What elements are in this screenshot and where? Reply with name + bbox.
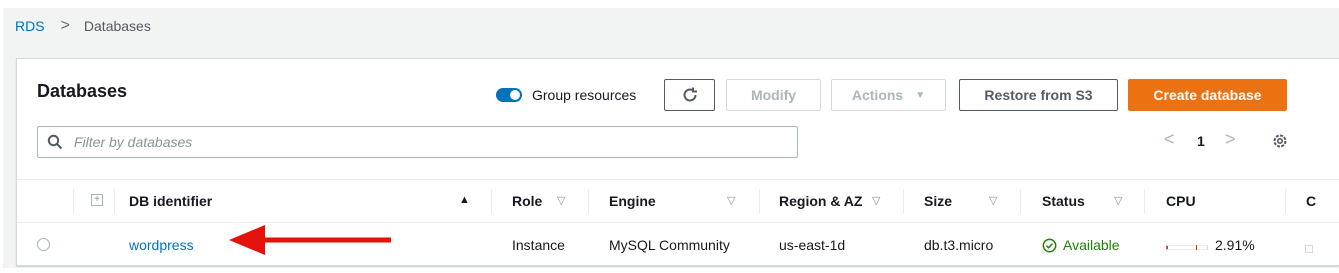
cell-role: Instance xyxy=(512,237,565,253)
column-separator xyxy=(491,189,492,214)
column-region-az[interactable]: Region & AZ xyxy=(779,193,862,209)
status-label: Available xyxy=(1063,237,1120,253)
cpu-usage-bar xyxy=(1166,245,1208,250)
refresh-icon xyxy=(683,87,697,102)
sort-icon[interactable]: ▽ xyxy=(989,194,997,207)
cpu-threshold-mark xyxy=(1196,245,1197,250)
column-db-identifier[interactable]: DB identifier xyxy=(129,193,212,209)
table-header: + DB identifier ▲ Role ▽ Engine ▽ Region… xyxy=(17,179,1339,223)
create-database-button[interactable]: Create database xyxy=(1128,79,1287,111)
databases-panel: Databases Group resources Modify Actions… xyxy=(16,58,1339,266)
column-separator xyxy=(588,189,589,214)
column-engine[interactable]: Engine xyxy=(609,193,656,209)
row-select-radio[interactable] xyxy=(37,238,50,251)
sort-icon[interactable]: ▽ xyxy=(872,194,880,207)
column-separator xyxy=(114,189,115,214)
actions-button[interactable]: Actions ▼ xyxy=(831,79,946,111)
sort-icon[interactable]: ▽ xyxy=(557,194,565,207)
column-separator xyxy=(903,189,904,214)
modify-button[interactable]: Modify xyxy=(726,79,821,111)
filter-databases-input[interactable]: Filter by databases xyxy=(37,126,798,158)
filter-placeholder: Filter by databases xyxy=(74,134,193,150)
previous-page-button[interactable]: < xyxy=(1164,129,1175,150)
cpu-usage-fill xyxy=(1167,246,1169,249)
caret-down-icon: ▼ xyxy=(915,89,926,101)
column-separator xyxy=(73,189,74,214)
top-margin xyxy=(0,0,1339,8)
restore-from-s3-button[interactable]: Restore from S3 xyxy=(959,79,1118,111)
column-separator xyxy=(1020,189,1021,214)
actions-label: Actions xyxy=(851,87,904,103)
column-separator xyxy=(1285,189,1286,214)
db-identifier-link[interactable]: wordpress xyxy=(129,237,194,253)
settings-icon[interactable] xyxy=(1271,132,1289,150)
cell-cpu: 2.91% xyxy=(1215,237,1255,253)
breadcrumb-rds-link[interactable]: RDS xyxy=(15,18,45,34)
truncated-column-cell xyxy=(1305,245,1313,253)
breadcrumb-separator: > xyxy=(60,17,70,34)
current-page-number[interactable]: 1 xyxy=(1197,133,1205,149)
column-truncated[interactable]: C xyxy=(1306,193,1316,209)
group-resources-label: Group resources xyxy=(532,87,637,103)
cell-engine: MySQL Community xyxy=(609,237,730,253)
table-row[interactable]: wordpress Instance MySQL Community us-ea… xyxy=(17,223,1339,267)
expand-icon[interactable]: + xyxy=(91,194,103,206)
sort-ascending-icon[interactable]: ▲ xyxy=(459,194,470,206)
breadcrumb-current: Databases xyxy=(83,18,151,34)
cell-status: Available xyxy=(1042,237,1120,253)
bottom-margin xyxy=(0,268,1339,273)
column-separator xyxy=(1144,189,1145,214)
column-size[interactable]: Size xyxy=(924,193,952,209)
cell-size: db.t3.micro xyxy=(924,237,994,253)
search-icon xyxy=(47,134,63,150)
refresh-button[interactable] xyxy=(664,79,715,111)
left-margin xyxy=(0,0,3,273)
panel-title: Databases xyxy=(37,81,128,101)
cell-region-az: us-east-1d xyxy=(779,237,846,253)
column-role[interactable]: Role xyxy=(512,193,542,209)
column-status[interactable]: Status xyxy=(1042,193,1085,209)
column-cpu[interactable]: CPU xyxy=(1166,193,1196,209)
check-circle-icon xyxy=(1042,238,1057,252)
toggle-knob xyxy=(510,90,520,100)
annotation-arrow-icon xyxy=(229,225,391,255)
sort-icon[interactable]: ▽ xyxy=(727,194,735,207)
sort-icon[interactable]: ▽ xyxy=(1114,194,1122,207)
column-separator xyxy=(759,189,760,214)
group-resources-toggle[interactable] xyxy=(496,88,522,102)
next-page-button[interactable]: > xyxy=(1225,129,1236,150)
breadcrumb: RDS > Databases xyxy=(15,17,151,35)
